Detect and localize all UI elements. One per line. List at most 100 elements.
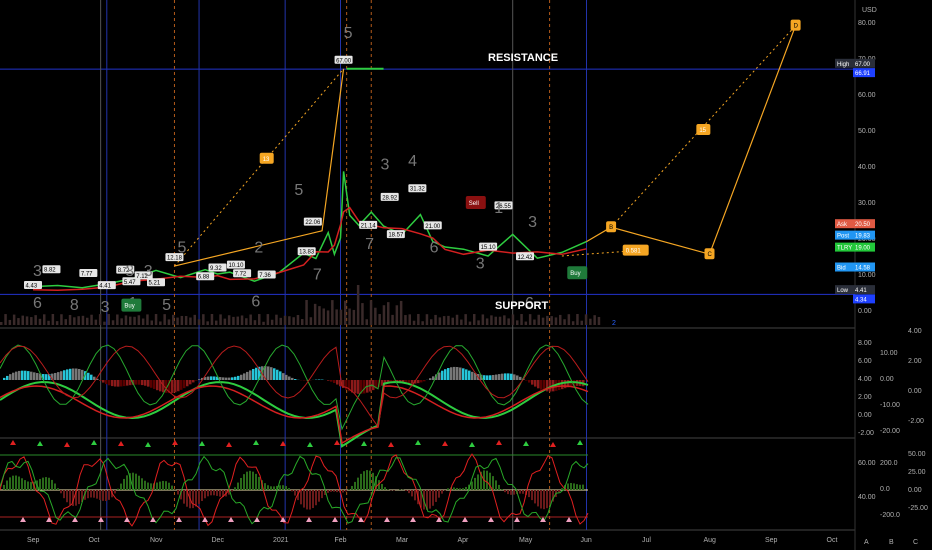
- momentum-bar: [207, 490, 209, 497]
- histogram-bar: [144, 380, 147, 386]
- fib-label: 0.581: [626, 249, 642, 255]
- momentum-bar: [114, 490, 116, 494]
- momentum-bar: [342, 490, 344, 493]
- histogram-bar: [36, 373, 39, 380]
- price-label: 9.32: [210, 266, 222, 272]
- volume-bar: [318, 306, 321, 325]
- histogram-bar: [117, 380, 120, 387]
- wave-count: 6: [33, 295, 42, 312]
- price-flag-tag-label: High: [837, 62, 849, 68]
- volume-bar: [481, 314, 485, 325]
- momentum-bar: [519, 490, 521, 494]
- volume-bar: [8, 319, 12, 325]
- momentum-bar: [567, 483, 569, 490]
- momentum-bar: [357, 477, 359, 490]
- momentum-bar: [246, 471, 248, 490]
- histogram-bar: [198, 379, 201, 380]
- histogram-bar: [537, 380, 540, 389]
- momentum-bar: [432, 490, 434, 506]
- volume-bar: [442, 316, 446, 325]
- volume-bar: [335, 309, 338, 325]
- y-tick-label: 40.00: [858, 164, 876, 171]
- histogram-bar: [564, 380, 567, 389]
- histogram-bar: [420, 380, 423, 383]
- momentum-bar: [531, 490, 533, 501]
- momentum-bar: [366, 470, 368, 490]
- histogram-bar: [486, 375, 489, 380]
- volume-bar: [154, 314, 158, 325]
- histogram-bar: [33, 372, 36, 380]
- button-b[interactable]: B: [889, 539, 894, 546]
- y-tick-label: 10.00: [858, 272, 876, 279]
- volume-bar: [408, 314, 411, 325]
- volume-bar: [292, 317, 295, 325]
- indicator1-tick: 0.00: [858, 412, 872, 419]
- histogram-bar: [66, 369, 69, 380]
- histogram-bar: [462, 368, 465, 380]
- momentum-bar: [288, 488, 290, 490]
- momentum-bar: [303, 490, 305, 508]
- momentum-bar: [60, 490, 62, 494]
- momentum-bar: [201, 490, 203, 501]
- volume-bar: [597, 316, 601, 325]
- momentum-bar: [168, 482, 170, 490]
- x-tick-label: Oct: [89, 537, 100, 544]
- ohlc-note: 2: [612, 320, 616, 327]
- histogram-bar: [150, 380, 153, 388]
- momentum-bar: [243, 474, 245, 490]
- y-tick-label: 60.00: [858, 92, 876, 99]
- volume-bar: [447, 315, 450, 325]
- histogram-bar: [171, 380, 174, 393]
- volume-bar: [490, 315, 493, 325]
- momentum-bar: [135, 473, 137, 490]
- button-c[interactable]: C: [913, 539, 918, 546]
- momentum-bar: [462, 488, 464, 490]
- histogram-bar: [87, 372, 90, 380]
- resistance-label: RESISTANCE: [488, 52, 558, 64]
- volume-bar: [249, 314, 252, 325]
- volume-bar: [94, 319, 98, 325]
- histogram-bar: [126, 380, 129, 386]
- volume-bar: [494, 316, 497, 325]
- button-a[interactable]: A: [864, 539, 869, 546]
- price-label: 6.88: [198, 275, 210, 281]
- histogram-bar: [192, 380, 195, 383]
- wave-count: 2: [254, 239, 263, 256]
- momentum-bar: [285, 486, 287, 490]
- momentum-bar: [441, 490, 443, 494]
- histogram-bar: [243, 373, 246, 380]
- volume-bar: [520, 314, 523, 325]
- momentum-bar: [486, 470, 488, 490]
- histogram-bar: [513, 374, 516, 380]
- x-tick-label: Feb: [335, 537, 347, 544]
- y-tick-label: 80.00: [858, 20, 876, 27]
- momentum-bar: [408, 490, 410, 494]
- volume-bar: [541, 317, 545, 325]
- fib-label: 13: [263, 157, 270, 163]
- histogram-bar: [18, 370, 21, 380]
- histogram-bar: [15, 371, 18, 380]
- histogram-bar: [534, 380, 537, 387]
- fib-label: 15: [699, 128, 706, 134]
- volume-bar: [227, 315, 231, 325]
- histogram-bar: [213, 376, 216, 380]
- indicator1-tick-mid: 10.00: [880, 350, 898, 357]
- wave-count: 3: [144, 263, 153, 280]
- wave-count: 7: [365, 236, 374, 253]
- momentum-bar: [51, 479, 53, 490]
- volume-bar: [344, 300, 347, 325]
- volume-bar: [374, 307, 377, 325]
- volume-bar: [477, 320, 480, 325]
- momentum-bar: [570, 482, 572, 490]
- momentum-bar: [537, 490, 539, 507]
- histogram-bar: [231, 377, 234, 380]
- histogram-bar: [276, 369, 279, 380]
- histogram-bar: [525, 380, 528, 381]
- price-flag-value: 4.34: [855, 297, 867, 303]
- volume-bar: [4, 314, 7, 325]
- volume-bar: [301, 319, 304, 325]
- histogram-bar: [180, 380, 183, 390]
- volume-bar: [189, 317, 192, 325]
- histogram-bar: [417, 380, 420, 384]
- tlry-chart[interactable]: 4.438.827.774.418.725.477.125.2112.186.8…: [0, 0, 932, 550]
